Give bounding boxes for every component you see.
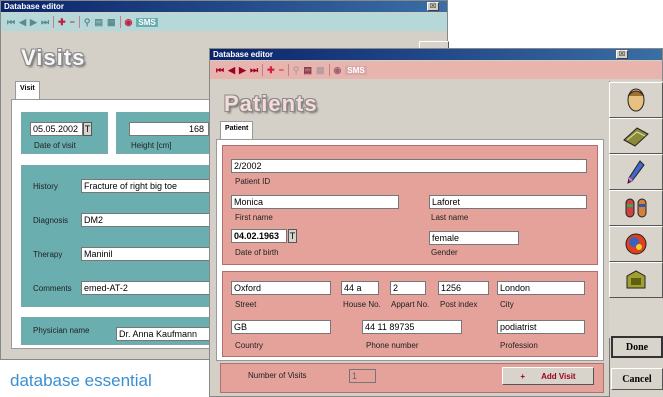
post-index-field[interactable]: 1256 (438, 281, 489, 295)
physician-label: Physician name (33, 326, 90, 335)
dob-field[interactable]: 04.02.1963 (231, 229, 287, 243)
country-label: Country (235, 341, 264, 350)
visits-title: Visits (21, 45, 86, 70)
profession-field[interactable]: podiatrist (497, 320, 585, 334)
history-label: History (33, 182, 58, 191)
therapy-label: Therapy (33, 250, 63, 259)
report-icon[interactable]: ▤ (303, 65, 312, 76)
documents-icon[interactable] (609, 118, 663, 154)
number-of-visits-label: Number of Visits (248, 371, 307, 380)
cancel-button[interactable]: Cancel (611, 368, 663, 390)
city-label: City (500, 300, 514, 309)
prev-record-icon[interactable]: ◀ (228, 65, 235, 76)
delete-record-icon[interactable]: − (279, 65, 284, 75)
sms-button[interactable]: SMS (345, 65, 367, 75)
prev-record-icon[interactable]: ◀ (19, 17, 26, 28)
patients-title: Patients (224, 91, 318, 116)
first-name-field[interactable]: Monica (231, 195, 399, 209)
email-icon[interactable]: ◉ (334, 65, 342, 76)
last-name-field[interactable]: Laforet (429, 195, 587, 209)
last-record-icon[interactable]: ⏭ (41, 17, 49, 28)
report-icon[interactable]: ▤ (94, 17, 103, 28)
height-label: Height [cm] (131, 141, 172, 150)
patients-window: Database editor ☒ ⏮ ◀ ▶ ⏭ ✚ − ⚲ ▤ ▦ ◉ SM… (209, 48, 663, 397)
toolbar-separator (53, 16, 55, 28)
toolbar-separator (262, 64, 264, 76)
toolbar-separator (328, 64, 330, 76)
phone-label: Phone number (366, 341, 419, 350)
next-record-icon[interactable]: ▶ (239, 65, 246, 76)
comments-field[interactable]: emed-AT-2 (81, 281, 216, 295)
patients-titlebar-text: Database editor (213, 50, 274, 59)
first-record-icon[interactable]: ⏮ (216, 65, 224, 76)
last-name-label: Last name (431, 213, 469, 222)
height-field[interactable]: 168 (129, 122, 209, 136)
gender-label: Gender (431, 248, 458, 257)
diagnosis-field[interactable]: DM2 (81, 213, 216, 227)
patients-titlebar: Database editor (210, 49, 662, 60)
post-index-label: Post index (440, 300, 478, 309)
visits-toolbar: ⏮ ◀ ▶ ⏭ ✚ − ⚲ ▤ ▦ ◉ SMS (1, 13, 447, 31)
email-icon[interactable]: ◉ (125, 17, 133, 28)
phone-field[interactable]: 44 11 89735 (362, 320, 462, 334)
add-visit-label: Add Visit (541, 371, 576, 381)
house-no-field[interactable]: 44 a (341, 281, 379, 295)
add-visit-plus: + (520, 371, 526, 381)
dob-picker-button[interactable]: T (288, 229, 297, 243)
footprint-icon[interactable] (609, 190, 663, 226)
delete-record-icon[interactable]: − (70, 17, 75, 27)
visits-titlebar: Database editor (1, 1, 447, 12)
done-button[interactable]: Done (611, 336, 663, 358)
archive-icon[interactable] (609, 262, 663, 298)
number-of-visits-field: 1 (349, 369, 376, 383)
visit-date-label: Date of visit (34, 141, 76, 150)
patients-toolbar: ⏮ ◀ ▶ ⏭ ✚ − ⚲ ▤ ▦ ◉ SMS (210, 61, 662, 79)
filter-icon[interactable]: ⚲ (84, 17, 91, 28)
filter-icon[interactable]: ⚲ (293, 65, 300, 76)
visits-close-button[interactable]: ☒ (427, 2, 439, 11)
patient-id-field[interactable]: 2/2002 (231, 159, 587, 173)
appart-no-label: Appart No. (391, 300, 430, 309)
country-field[interactable]: GB (231, 320, 331, 334)
house-no-label: House No. (343, 300, 381, 309)
first-name-label: First name (235, 213, 273, 222)
pressure-map-icon[interactable] (609, 226, 663, 262)
comments-label: Comments (33, 284, 72, 293)
physician-field[interactable]: Dr. Anna Kaufmann (116, 327, 216, 341)
caption: database essential (10, 371, 152, 390)
last-record-icon[interactable]: ⏭ (250, 65, 258, 76)
visit-date-field[interactable]: 05.05.2002 (30, 122, 83, 136)
history-field[interactable]: Fracture of right big toe (81, 179, 216, 193)
gender-field[interactable]: female (429, 231, 519, 245)
therapy-field[interactable]: Maninil (81, 247, 216, 261)
patients-close-button[interactable]: ☒ (616, 50, 628, 59)
visit-date-picker-button[interactable]: T (83, 122, 92, 136)
patient-head-icon[interactable] (609, 82, 663, 118)
appart-no-field[interactable]: 2 (390, 281, 426, 295)
export-icon[interactable]: ▦ (316, 65, 325, 76)
visits-titlebar-text: Database editor (4, 2, 65, 11)
add-record-icon[interactable]: ✚ (58, 17, 66, 28)
first-record-icon[interactable]: ⏮ (7, 17, 15, 28)
side-column-spacer (609, 298, 663, 338)
city-field[interactable]: London (497, 281, 585, 295)
add-record-icon[interactable]: ✚ (267, 65, 275, 76)
add-visit-button[interactable]: + Add Visit (502, 367, 594, 385)
dob-label: Date of birth (235, 248, 279, 257)
toolbar-separator (287, 64, 289, 76)
diagnosis-label: Diagnosis (33, 216, 69, 225)
street-label: Street (235, 300, 257, 309)
toolbar-separator (119, 16, 121, 28)
pen-icon[interactable] (609, 154, 663, 190)
toolbar-separator (78, 16, 80, 28)
tab-visit[interactable]: Visit (15, 81, 40, 99)
tab-patient[interactable]: Patient (220, 121, 254, 139)
patient-id-label: Patient ID (235, 177, 271, 186)
street-field[interactable]: Oxford (231, 281, 331, 295)
sms-button[interactable]: SMS (136, 17, 158, 27)
export-icon[interactable]: ▦ (107, 17, 116, 28)
profession-label: Profession (500, 341, 538, 350)
next-record-icon[interactable]: ▶ (30, 17, 37, 28)
